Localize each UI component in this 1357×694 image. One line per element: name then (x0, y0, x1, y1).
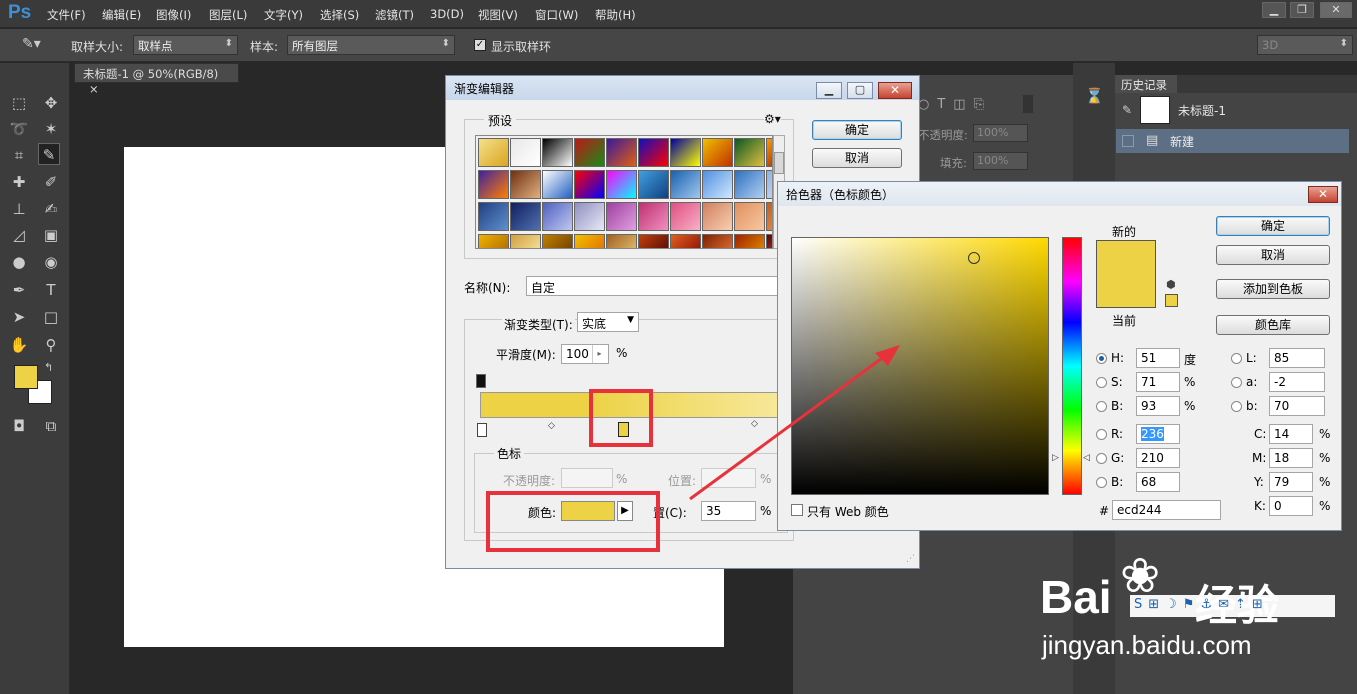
watermark-brand: Bai (1040, 571, 1112, 623)
arrow-line (689, 354, 886, 501)
arrow-head (875, 345, 900, 366)
taskbar-tray-icons[interactable]: S⊞☽⚑⚓✉⇡⊞ (1130, 595, 1335, 617)
foreground-color-swatch[interactable] (14, 365, 38, 389)
watermark-url: jingyan.baidu.com (1042, 630, 1252, 660)
baidu-watermark: Bai ❀ 经验 (1040, 548, 1279, 629)
